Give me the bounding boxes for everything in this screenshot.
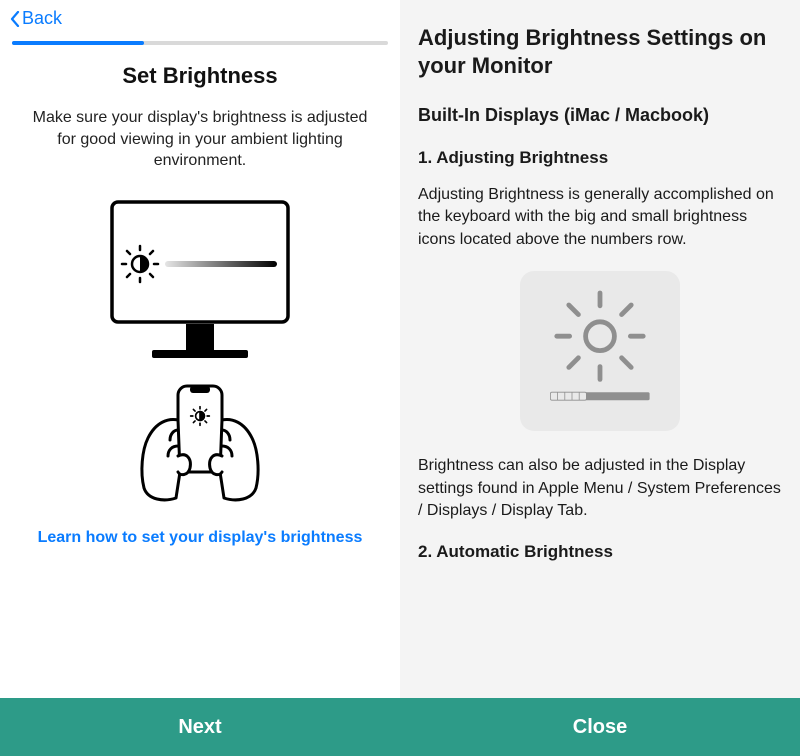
monitor-brightness-illustration [100, 196, 300, 366]
section-1-paragraph-2: Brightness can also be adjusted in the D… [418, 455, 782, 522]
back-label: Back [22, 8, 62, 29]
section-heading-1: 1. Adjusting Brightness [418, 148, 782, 168]
phone-brightness-illustration [120, 380, 280, 505]
close-button[interactable]: Close [400, 698, 800, 756]
progress-bar [12, 41, 388, 45]
next-button[interactable]: Next [0, 698, 400, 756]
section-heading-2: 2. Automatic Brightness [418, 542, 782, 562]
section-1-paragraph-1: Adjusting Brightness is generally accomp… [418, 184, 782, 251]
brightness-key-illustration [520, 271, 680, 431]
page-title: Set Brightness [122, 63, 277, 89]
help-subtitle: Built-In Displays (iMac / Macbook) [418, 105, 782, 126]
progress-fill [12, 41, 144, 45]
page-description: Make sure your display's brightness is a… [30, 107, 370, 172]
setup-panel: Back Set Brightness Make sure your displ… [0, 0, 400, 756]
help-title: Adjusting Brightness Settings on your Mo… [418, 24, 782, 79]
back-button[interactable]: Back [0, 0, 400, 33]
help-panel: Adjusting Brightness Settings on your Mo… [400, 0, 800, 756]
setup-content: Set Brightness Make sure your display's … [0, 63, 400, 698]
chevron-left-icon [10, 11, 20, 27]
help-content: Adjusting Brightness Settings on your Mo… [400, 0, 800, 698]
learn-brightness-link[interactable]: Learn how to set your display's brightne… [38, 529, 363, 547]
